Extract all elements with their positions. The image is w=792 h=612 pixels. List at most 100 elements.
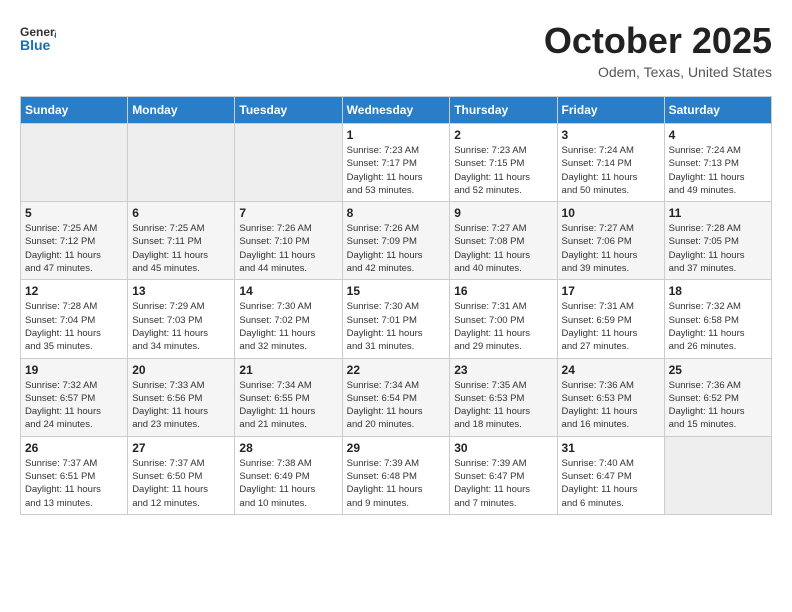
calendar-cell: 25 Sunrise: 7:36 AM Sunset: 6:52 PM Dayli… [664, 358, 771, 436]
day-number: 29 [347, 441, 446, 455]
day-number: 21 [239, 363, 337, 377]
day-info: Sunrise: 7:26 AM Sunset: 7:09 PM Dayligh… [347, 222, 446, 275]
calendar-cell: 15 Sunrise: 7:30 AM Sunset: 7:01 PM Dayli… [342, 280, 450, 358]
calendar-cell: 8 Sunrise: 7:26 AM Sunset: 7:09 PM Daylig… [342, 202, 450, 280]
calendar-cell: 4 Sunrise: 7:24 AM Sunset: 7:13 PM Daylig… [664, 124, 771, 202]
day-info: Sunrise: 7:28 AM Sunset: 7:05 PM Dayligh… [669, 222, 767, 275]
calendar-cell [128, 124, 235, 202]
title-block: October 2025 Odem, Texas, United States [544, 20, 772, 80]
day-number: 4 [669, 128, 767, 142]
day-number: 27 [132, 441, 230, 455]
calendar-cell: 31 Sunrise: 7:40 AM Sunset: 6:47 PM Dayli… [557, 436, 664, 514]
day-number: 25 [669, 363, 767, 377]
day-info: Sunrise: 7:32 AM Sunset: 6:58 PM Dayligh… [669, 300, 767, 353]
day-number: 20 [132, 363, 230, 377]
calendar-cell: 20 Sunrise: 7:33 AM Sunset: 6:56 PM Dayli… [128, 358, 235, 436]
day-info: Sunrise: 7:27 AM Sunset: 7:06 PM Dayligh… [562, 222, 660, 275]
calendar-cell: 5 Sunrise: 7:25 AM Sunset: 7:12 PM Daylig… [21, 202, 128, 280]
day-number: 3 [562, 128, 660, 142]
day-info: Sunrise: 7:31 AM Sunset: 7:00 PM Dayligh… [454, 300, 552, 353]
calendar-cell: 26Sunrise: 7:37 AM Sunset: 6:51 PM Dayli… [21, 436, 128, 514]
calendar-cell: 27Sunrise: 7:37 AM Sunset: 6:50 PM Dayli… [128, 436, 235, 514]
calendar-cell: 6 Sunrise: 7:25 AM Sunset: 7:11 PM Daylig… [128, 202, 235, 280]
calendar-cell: 30 Sunrise: 7:39 AM Sunset: 6:47 PM Dayli… [450, 436, 557, 514]
day-number: 16 [454, 284, 552, 298]
calendar-cell [664, 436, 771, 514]
calendar-cell: 19Sunrise: 7:32 AM Sunset: 6:57 PM Dayli… [21, 358, 128, 436]
day-info: Sunrise: 7:34 AM Sunset: 6:55 PM Dayligh… [239, 379, 337, 432]
day-info: Sunrise: 7:30 AM Sunset: 7:01 PM Dayligh… [347, 300, 446, 353]
weekday-header-row: SundayMondayTuesdayWednesdayThursdayFrid… [21, 97, 772, 124]
day-info: Sunrise: 7:27 AM Sunset: 7:08 PM Dayligh… [454, 222, 552, 275]
calendar-body: 1 Sunrise: 7:23 AM Sunset: 7:17 PM Daylig… [21, 124, 772, 515]
calendar-cell: 7 Sunrise: 7:26 AM Sunset: 7:10 PM Daylig… [235, 202, 342, 280]
day-number: 31 [562, 441, 660, 455]
calendar-cell: 28Sunrise: 7:38 AM Sunset: 6:49 PM Dayli… [235, 436, 342, 514]
calendar-cell: 17Sunrise: 7:31 AM Sunset: 6:59 PM Dayli… [557, 280, 664, 358]
calendar-cell: 14 Sunrise: 7:30 AM Sunset: 7:02 PM Dayli… [235, 280, 342, 358]
svg-text:Blue: Blue [20, 37, 51, 53]
calendar-cell: 1 Sunrise: 7:23 AM Sunset: 7:17 PM Daylig… [342, 124, 450, 202]
day-info: Sunrise: 7:39 AM Sunset: 6:48 PM Dayligh… [347, 457, 446, 510]
calendar-cell: 18Sunrise: 7:32 AM Sunset: 6:58 PM Dayli… [664, 280, 771, 358]
calendar-cell: 22 Sunrise: 7:34 AM Sunset: 6:54 PM Dayli… [342, 358, 450, 436]
calendar-week-4: 19Sunrise: 7:32 AM Sunset: 6:57 PM Dayli… [21, 358, 772, 436]
day-info: Sunrise: 7:28 AM Sunset: 7:04 PM Dayligh… [25, 300, 123, 353]
day-number: 7 [239, 206, 337, 220]
weekday-saturday: Saturday [664, 97, 771, 124]
day-number: 17 [562, 284, 660, 298]
calendar-cell: 10Sunrise: 7:27 AM Sunset: 7:06 PM Dayli… [557, 202, 664, 280]
day-number: 19 [25, 363, 123, 377]
calendar-cell [21, 124, 128, 202]
logo-icon: General Blue [20, 20, 56, 56]
calendar-cell: 9Sunrise: 7:27 AM Sunset: 7:08 PM Daylig… [450, 202, 557, 280]
calendar-cell: 11Sunrise: 7:28 AM Sunset: 7:05 PM Dayli… [664, 202, 771, 280]
calendar-cell: 23Sunrise: 7:35 AM Sunset: 6:53 PM Dayli… [450, 358, 557, 436]
day-info: Sunrise: 7:39 AM Sunset: 6:47 PM Dayligh… [454, 457, 552, 510]
day-number: 6 [132, 206, 230, 220]
calendar-week-2: 5 Sunrise: 7:25 AM Sunset: 7:12 PM Daylig… [21, 202, 772, 280]
day-info: Sunrise: 7:26 AM Sunset: 7:10 PM Dayligh… [239, 222, 337, 275]
day-info: Sunrise: 7:35 AM Sunset: 6:53 PM Dayligh… [454, 379, 552, 432]
weekday-friday: Friday [557, 97, 664, 124]
day-info: Sunrise: 7:23 AM Sunset: 7:17 PM Dayligh… [347, 144, 446, 197]
page-header: General Blue October 2025 Odem, Texas, U… [20, 20, 772, 80]
day-number: 2 [454, 128, 552, 142]
weekday-wednesday: Wednesday [342, 97, 450, 124]
calendar-cell: 3Sunrise: 7:24 AM Sunset: 7:14 PM Daylig… [557, 124, 664, 202]
calendar-week-5: 26Sunrise: 7:37 AM Sunset: 6:51 PM Dayli… [21, 436, 772, 514]
day-info: Sunrise: 7:25 AM Sunset: 7:11 PM Dayligh… [132, 222, 230, 275]
day-number: 14 [239, 284, 337, 298]
logo: General Blue [20, 20, 56, 56]
calendar-table: SundayMondayTuesdayWednesdayThursdayFrid… [20, 96, 772, 515]
calendar-cell: 29 Sunrise: 7:39 AM Sunset: 6:48 PM Dayli… [342, 436, 450, 514]
calendar-cell: 2Sunrise: 7:23 AM Sunset: 7:15 PM Daylig… [450, 124, 557, 202]
calendar-cell: 21 Sunrise: 7:34 AM Sunset: 6:55 PM Dayli… [235, 358, 342, 436]
day-number: 1 [347, 128, 446, 142]
day-number: 26 [25, 441, 123, 455]
day-info: Sunrise: 7:25 AM Sunset: 7:12 PM Dayligh… [25, 222, 123, 275]
day-info: Sunrise: 7:33 AM Sunset: 6:56 PM Dayligh… [132, 379, 230, 432]
day-info: Sunrise: 7:24 AM Sunset: 7:13 PM Dayligh… [669, 144, 767, 197]
day-number: 15 [347, 284, 446, 298]
weekday-sunday: Sunday [21, 97, 128, 124]
day-number: 30 [454, 441, 552, 455]
day-number: 28 [239, 441, 337, 455]
day-info: Sunrise: 7:40 AM Sunset: 6:47 PM Dayligh… [562, 457, 660, 510]
day-info: Sunrise: 7:29 AM Sunset: 7:03 PM Dayligh… [132, 300, 230, 353]
day-number: 22 [347, 363, 446, 377]
weekday-monday: Monday [128, 97, 235, 124]
day-info: Sunrise: 7:30 AM Sunset: 7:02 PM Dayligh… [239, 300, 337, 353]
calendar-cell [235, 124, 342, 202]
calendar-cell: 24Sunrise: 7:36 AM Sunset: 6:53 PM Dayli… [557, 358, 664, 436]
day-number: 13 [132, 284, 230, 298]
day-info: Sunrise: 7:34 AM Sunset: 6:54 PM Dayligh… [347, 379, 446, 432]
month-title: October 2025 [544, 20, 772, 62]
day-info: Sunrise: 7:36 AM Sunset: 6:52 PM Dayligh… [669, 379, 767, 432]
day-number: 5 [25, 206, 123, 220]
day-info: Sunrise: 7:36 AM Sunset: 6:53 PM Dayligh… [562, 379, 660, 432]
calendar-cell: 16 Sunrise: 7:31 AM Sunset: 7:00 PM Dayli… [450, 280, 557, 358]
calendar-cell: 12Sunrise: 7:28 AM Sunset: 7:04 PM Dayli… [21, 280, 128, 358]
day-number: 8 [347, 206, 446, 220]
location-subtitle: Odem, Texas, United States [544, 64, 772, 80]
